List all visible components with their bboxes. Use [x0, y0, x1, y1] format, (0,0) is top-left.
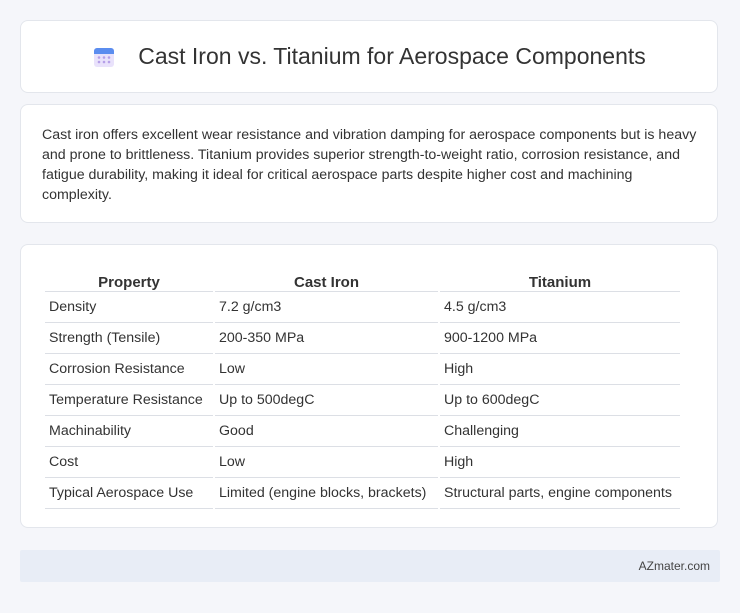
- row-cast-iron: Good: [215, 416, 438, 447]
- row-titanium: 4.5 g/cm3: [440, 292, 680, 323]
- row-property: Typical Aerospace Use: [45, 478, 213, 509]
- row-cast-iron: Limited (engine blocks, brackets): [215, 478, 438, 509]
- table-row: Corrosion Resistance Low High: [45, 354, 680, 385]
- table-row: Density 7.2 g/cm3 4.5 g/cm3: [45, 292, 680, 323]
- row-titanium: 900-1200 MPa: [440, 323, 680, 354]
- row-cast-iron: Low: [215, 447, 438, 478]
- table-header-row: Property Cast Iron Titanium: [45, 265, 680, 292]
- row-titanium: High: [440, 447, 680, 478]
- comparison-table: Property Cast Iron Titanium Density 7.2 …: [43, 265, 682, 509]
- comparison-table-card: Property Cast Iron Titanium Density 7.2 …: [20, 244, 718, 528]
- row-property: Cost: [45, 447, 213, 478]
- table-row: Machinability Good Challenging: [45, 416, 680, 447]
- row-property: Corrosion Resistance: [45, 354, 213, 385]
- calendar-icon: [92, 45, 116, 69]
- footer-bar: AZmater.com: [20, 550, 720, 582]
- summary-card: Cast iron offers excellent wear resistan…: [20, 104, 718, 223]
- footer-brand-link[interactable]: AZmater.com: [639, 559, 710, 573]
- summary-text: Cast iron offers excellent wear resistan…: [42, 127, 697, 203]
- row-cast-iron: 7.2 g/cm3: [215, 292, 438, 323]
- header-titanium: Titanium: [440, 265, 680, 292]
- row-cast-iron: Up to 500degC: [215, 385, 438, 416]
- page-title: Cast Iron vs. Titanium for Aerospace Com…: [138, 43, 646, 69]
- row-titanium: High: [440, 354, 680, 385]
- table-row: Temperature Resistance Up to 500degC Up …: [45, 385, 680, 416]
- row-cast-iron: Low: [215, 354, 438, 385]
- row-property: Strength (Tensile): [45, 323, 213, 354]
- row-cast-iron: 200-350 MPa: [215, 323, 438, 354]
- row-titanium: Structural parts, engine components: [440, 478, 680, 509]
- row-property: Temperature Resistance: [45, 385, 213, 416]
- row-titanium: Challenging: [440, 416, 680, 447]
- row-property: Machinability: [45, 416, 213, 447]
- header-property: Property: [45, 265, 213, 292]
- row-titanium: Up to 600degC: [440, 385, 680, 416]
- table-row: Typical Aerospace Use Limited (engine bl…: [45, 478, 680, 509]
- table-row: Cost Low High: [45, 447, 680, 478]
- row-property: Density: [45, 292, 213, 323]
- table-row: Strength (Tensile) 200-350 MPa 900-1200 …: [45, 323, 680, 354]
- title-card: Cast Iron vs. Titanium for Aerospace Com…: [20, 20, 718, 93]
- header-cast-iron: Cast Iron: [215, 265, 438, 292]
